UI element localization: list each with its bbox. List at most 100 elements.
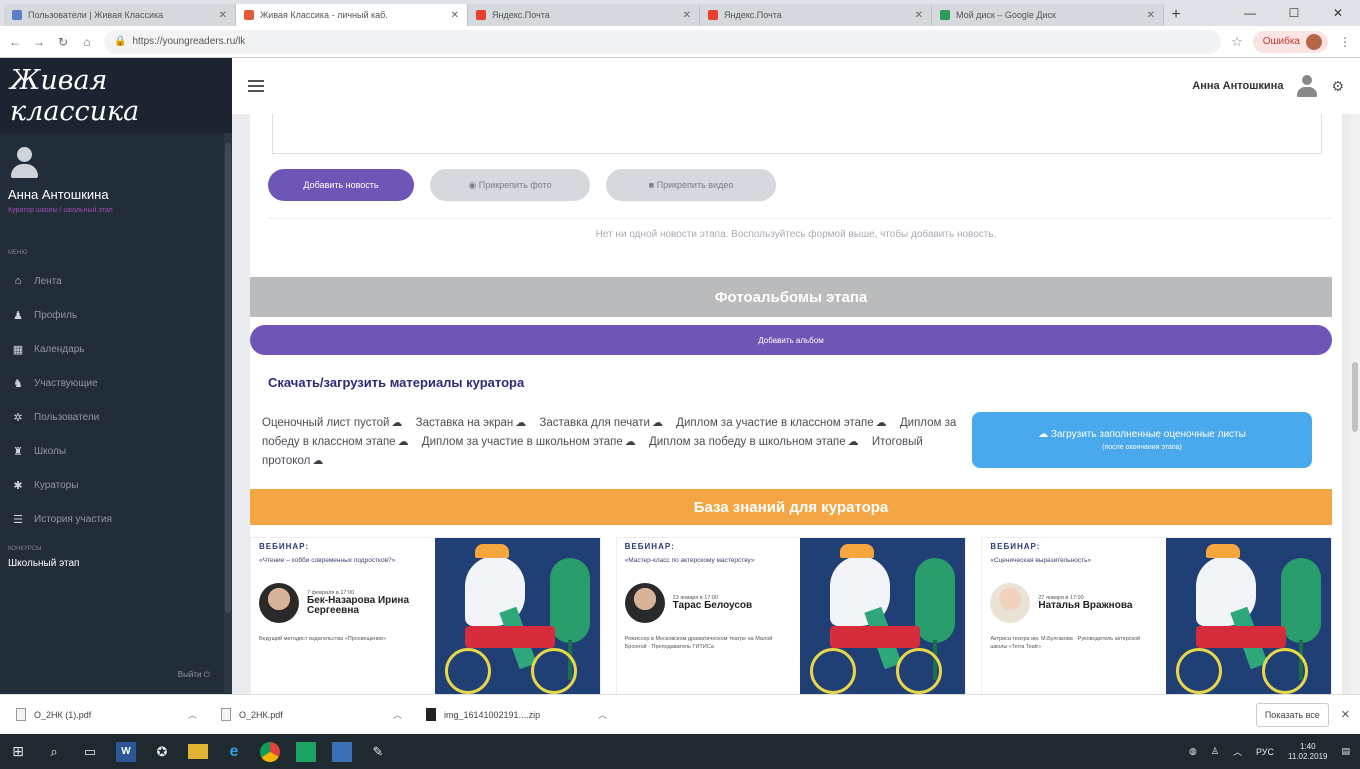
- material-link-diploma-school-win[interactable]: Диплом за победу в школьном этапе: [649, 436, 846, 448]
- tab-close-icon[interactable]: ✕: [451, 10, 459, 21]
- cloud-download-icon[interactable]: ☁: [876, 417, 887, 429]
- bike-wheel-shape: [896, 648, 943, 694]
- chevron-up-icon[interactable]: ︿: [598, 708, 607, 721]
- add-news-button[interactable]: Добавить новость: [268, 169, 414, 201]
- feather-app-icon[interactable]: ✎: [368, 742, 388, 762]
- hamburger-menu-icon[interactable]: [248, 80, 264, 92]
- network-icon[interactable]: ◍: [1189, 746, 1197, 757]
- cloud-download-icon[interactable]: ☁: [515, 417, 526, 429]
- user-icon: ♟: [13, 309, 23, 322]
- material-link-diploma-class-participation[interactable]: Диплом за участие в классном этапе: [676, 417, 874, 429]
- close-window-icon[interactable]: ✕: [1316, 0, 1360, 26]
- webinar-card[interactable]: ВЕБИНАР: «Чтение – хобби современных под…: [250, 537, 601, 694]
- news-textarea[interactable]: [272, 114, 1322, 154]
- material-link-print[interactable]: Заставка для печати: [539, 417, 650, 429]
- close-downloads-icon[interactable]: ✕: [1341, 708, 1350, 721]
- file-explorer-icon[interactable]: [188, 744, 208, 759]
- sidebar-item-feed[interactable]: ⌂ Лента: [0, 264, 232, 298]
- notifications-icon[interactable]: ▤: [1341, 746, 1350, 757]
- cloud-download-icon[interactable]: ☁: [398, 436, 409, 448]
- site-logo[interactable]: Живая классика: [0, 58, 232, 133]
- gear-icon[interactable]: ⚙: [1331, 78, 1344, 95]
- download-item[interactable]: О_2НК (1).pdf ︿: [10, 700, 215, 730]
- browser-tab-1[interactable]: Пользователи | Живая Классика ✕: [4, 4, 236, 26]
- minimize-icon[interactable]: —: [1228, 0, 1272, 26]
- clock[interactable]: 1:40 11.02.2019: [1288, 742, 1327, 762]
- cloud-download-icon[interactable]: ☁: [848, 436, 859, 448]
- attach-video-button[interactable]: ■ Прикрепить видео: [606, 169, 776, 201]
- forward-icon[interactable]: →: [32, 35, 46, 49]
- app-shield-icon[interactable]: ✪: [152, 742, 172, 762]
- people-icon[interactable]: ♙: [1211, 746, 1219, 757]
- cloud-download-icon[interactable]: ☁: [625, 436, 636, 448]
- address-bar[interactable]: 🔒 https://youngreaders.ru/lk: [104, 29, 1222, 54]
- sidebar-item-participants[interactable]: ♞ Участвующие: [0, 366, 232, 400]
- sidebar-item-history[interactable]: ☰ История участия: [0, 502, 232, 536]
- tab-close-icon[interactable]: ✕: [1147, 10, 1155, 21]
- header-user-name[interactable]: Анна Антошкина: [1192, 80, 1283, 92]
- sidebar-scrollbar[interactable]: [224, 133, 232, 693]
- windows-start-icon[interactable]: ⊞: [8, 742, 28, 762]
- upload-sheets-button[interactable]: ☁ Загрузить заполненные оценочные листы …: [972, 412, 1312, 468]
- material-link-empty-sheet[interactable]: Оценочный лист пустой: [262, 417, 389, 429]
- reload-icon[interactable]: ↻: [56, 35, 70, 49]
- download-file-name: О_2НК.pdf: [239, 709, 283, 720]
- download-item[interactable]: img_16141002191....zip ︿: [420, 700, 625, 730]
- webinar-card[interactable]: ВЕБИНАР: «Мастер-класс по актерскому мас…: [615, 537, 967, 694]
- home-icon[interactable]: ⌂: [80, 35, 94, 49]
- material-link-screen[interactable]: Заставка на экран: [416, 417, 514, 429]
- logout-link[interactable]: Выйти ⏻: [178, 670, 210, 680]
- chevron-up-icon[interactable]: ︿: [188, 708, 197, 721]
- sidebar-item-calendar[interactable]: ▦ Календарь: [0, 332, 232, 366]
- cloud-download-icon[interactable]: ☁: [391, 417, 402, 429]
- tab-close-icon[interactable]: ✕: [915, 10, 923, 21]
- menu-dots-icon[interactable]: ⋮: [1338, 35, 1352, 49]
- browser-tab-3[interactable]: Яндекс.Почта ✕: [468, 4, 700, 26]
- sidebar-item-profile[interactable]: ♟ Профиль: [0, 298, 232, 332]
- sidebar-item-schools[interactable]: ♜ Школы: [0, 434, 232, 468]
- add-album-button[interactable]: Добавить альбом: [250, 325, 1332, 355]
- back-icon[interactable]: ←: [8, 35, 22, 49]
- blue-app-icon[interactable]: [332, 741, 352, 762]
- sidebar-scroll-thumb[interactable]: [225, 143, 231, 613]
- clock-date: 11.02.2019: [1288, 751, 1328, 761]
- sidebar-item-curators[interactable]: ✱ Кураторы: [0, 468, 232, 502]
- profile-error-button[interactable]: Ошибка: [1252, 30, 1328, 53]
- edge-browser-icon[interactable]: e: [224, 742, 244, 762]
- page-scrollbar[interactable]: [1350, 114, 1360, 694]
- material-link-diploma-school-participation[interactable]: Диплом за участие в школьном этапе: [422, 436, 623, 448]
- tab-close-icon[interactable]: ✕: [219, 10, 227, 21]
- webinar-topic: «Чтение – хобби современных подростков?»: [259, 557, 396, 564]
- attach-photo-button[interactable]: ◉ Прикрепить фото: [430, 169, 590, 201]
- page-scroll-thumb[interactable]: [1352, 362, 1358, 432]
- webinar-card[interactable]: ВЕБИНАР: «Сценическая выразительность» 2…: [981, 537, 1333, 694]
- new-tab-button[interactable]: +: [1164, 4, 1188, 26]
- word-app-icon[interactable]: W: [116, 741, 136, 762]
- cloud-download-icon[interactable]: ☁: [652, 417, 663, 429]
- cloud-download-icon[interactable]: ☁: [312, 455, 323, 467]
- bookmark-star-icon[interactable]: ☆: [1231, 34, 1243, 50]
- chrome-browser-icon[interactable]: [260, 741, 280, 762]
- maximize-icon[interactable]: ☐: [1272, 0, 1316, 26]
- tray-chevron-icon[interactable]: ︿: [1233, 745, 1242, 758]
- browser-tab-2[interactable]: Живая Классика - личный каб. ✕: [236, 4, 468, 26]
- error-label: Ошибка: [1262, 36, 1300, 47]
- task-view-icon[interactable]: ▭: [80, 742, 100, 762]
- sidebar-stage-link[interactable]: Школьный этап: [0, 558, 232, 569]
- user-avatar-icon[interactable]: [1297, 75, 1318, 97]
- chevron-up-icon[interactable]: ︿: [393, 708, 402, 721]
- webinar-card-info: ВЕБИНАР: «Чтение – хобби современных под…: [251, 538, 437, 694]
- speaker-info: 7 февраля в 17:00 Бек-Назарова Ирина Сер…: [307, 590, 429, 616]
- bike-wheel-shape: [1176, 648, 1223, 694]
- language-indicator[interactable]: РУС: [1256, 747, 1274, 757]
- user-avatar-icon: [10, 147, 40, 181]
- browser-tab-4[interactable]: Яндекс.Почта ✕: [700, 4, 932, 26]
- browser-tab-5[interactable]: Мой диск – Google Диск ✕: [932, 4, 1164, 26]
- sidebar-item-users[interactable]: ✲ Пользователи: [0, 400, 232, 434]
- search-icon[interactable]: ⌕: [44, 742, 64, 762]
- attach-video-label: Прикрепить видео: [656, 180, 734, 190]
- tab-close-icon[interactable]: ✕: [683, 10, 691, 21]
- green-app-icon[interactable]: [296, 741, 316, 762]
- show-all-downloads-button[interactable]: Показать все: [1255, 702, 1329, 727]
- download-item[interactable]: О_2НК.pdf ︿: [215, 700, 420, 730]
